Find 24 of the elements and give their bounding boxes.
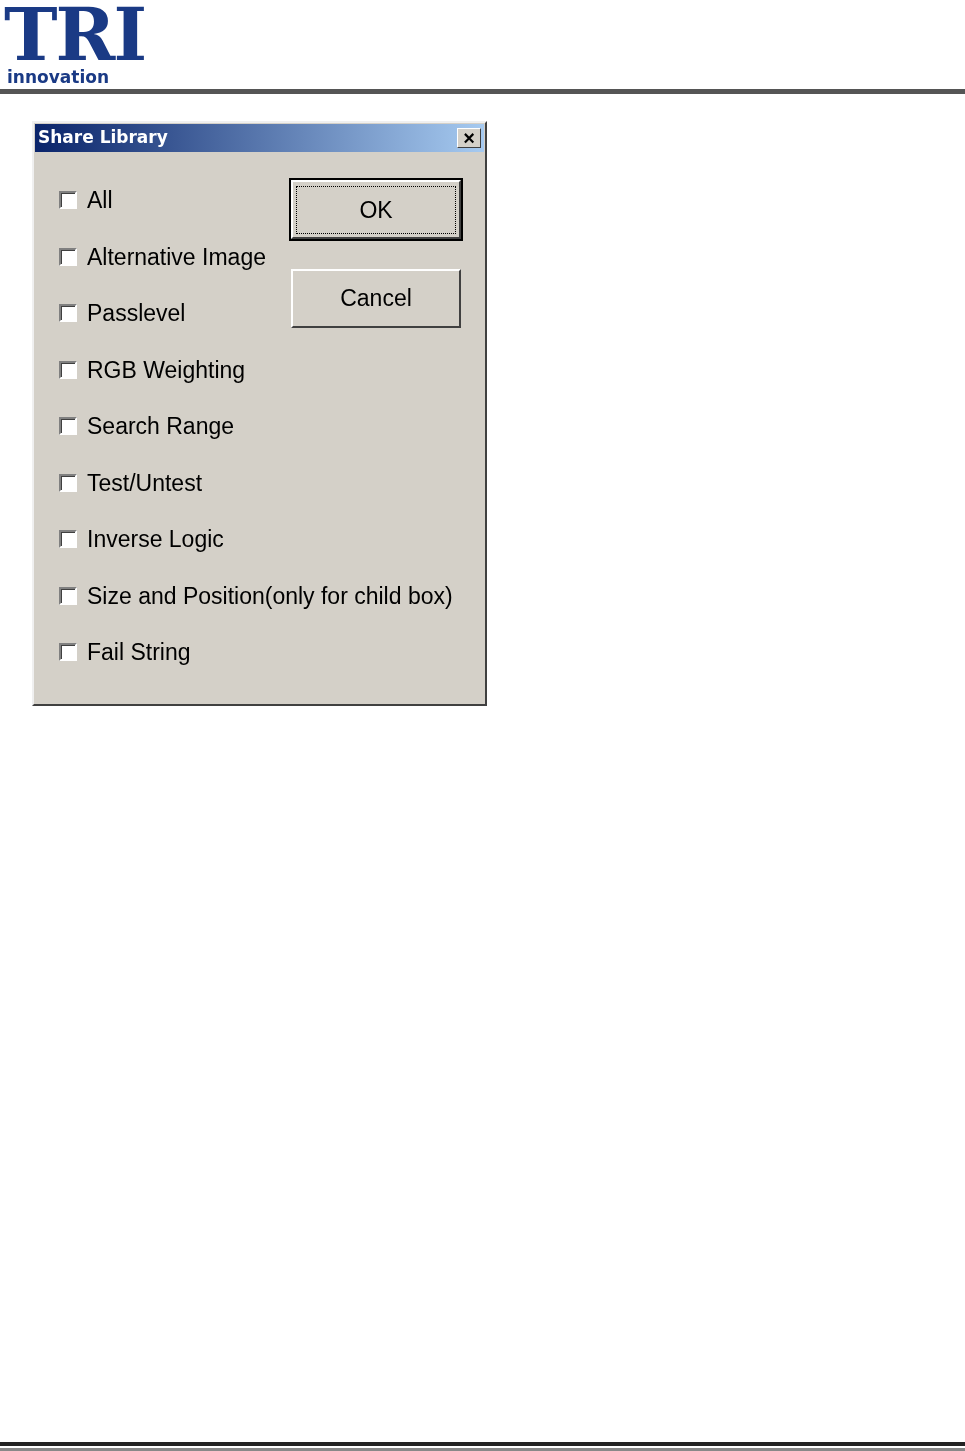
checkbox[interactable] [59, 530, 77, 549]
checkbox-label: Size and Position(only for child box) [87, 581, 453, 611]
checkbox-label: Search Range [87, 412, 235, 441]
checkbox-label: Passlevel [87, 299, 186, 328]
checkbox[interactable] [59, 586, 77, 605]
close-button[interactable]: × [457, 128, 481, 148]
checkbox-label: Alternative Image [87, 242, 266, 272]
checkbox[interactable] [59, 473, 77, 492]
checkbox-label: RGB Weighting [87, 355, 246, 385]
checkbox[interactable] [59, 247, 77, 266]
logo-tagline: innovation [7, 68, 110, 86]
checkbox[interactable] [59, 417, 77, 436]
checkbox-label: Fail String [87, 638, 191, 667]
checkbox-label: All [87, 186, 113, 215]
dialog-button[interactable]: Cancel [291, 269, 461, 328]
checkbox[interactable] [59, 643, 77, 662]
checkbox[interactable] [59, 360, 77, 379]
default-button[interactable]: OK [291, 180, 461, 239]
checkbox-label: Test/Untest [87, 468, 203, 498]
checkbox[interactable] [59, 191, 77, 210]
window-title: Share Library [38, 126, 168, 150]
checkbox-label: Inverse Logic [87, 525, 224, 554]
logo-mark: TRI [4, 2, 146, 68]
checkbox[interactable] [59, 304, 77, 323]
